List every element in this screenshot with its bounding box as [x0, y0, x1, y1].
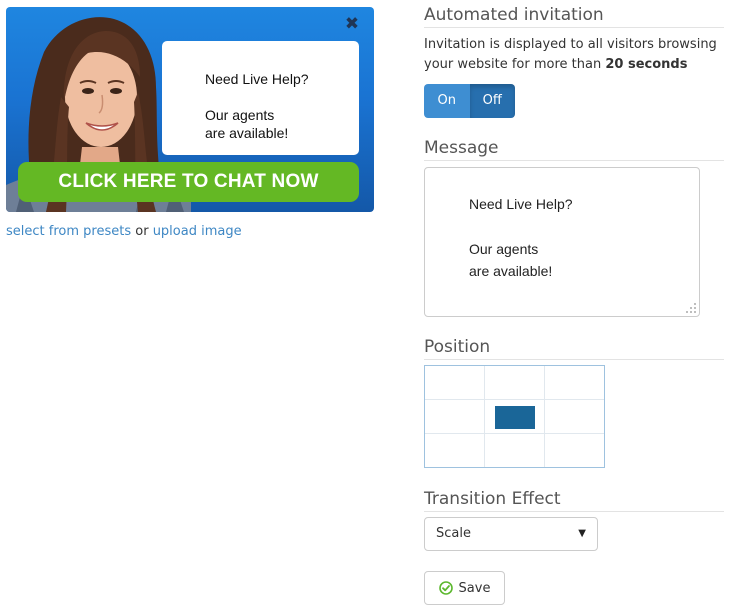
upload-image-link[interactable]: upload image: [153, 224, 242, 239]
position-bottom-left[interactable]: [425, 434, 485, 467]
transition-effect-select[interactable]: Scale ▼: [424, 517, 598, 551]
select-from-presets-link[interactable]: select from presets: [6, 224, 131, 239]
chat-now-button[interactable]: CLICK HERE TO CHAT NOW: [18, 162, 359, 202]
message-line-2: Our agents: [469, 241, 539, 257]
check-circle-icon: [438, 581, 453, 595]
position-middle-left[interactable]: [425, 400, 485, 434]
position-selected-marker: [495, 406, 535, 429]
position-top-left[interactable]: [425, 366, 485, 400]
position-middle-center[interactable]: [485, 400, 545, 434]
position-top-center[interactable]: [485, 366, 545, 400]
message-line-3: are available!: [469, 263, 553, 279]
position-bottom-center[interactable]: [485, 434, 545, 467]
invitation-toggle[interactable]: On Off: [424, 84, 515, 118]
toggle-off-button[interactable]: Off: [469, 84, 515, 118]
invitation-bubble: Need Live Help? Our agents are available…: [162, 41, 359, 155]
dropdown-caret-icon: ▼: [578, 528, 586, 539]
resize-grip-icon[interactable]: [685, 302, 697, 314]
save-label: Save: [458, 580, 491, 596]
position-bottom-right[interactable]: [545, 434, 604, 467]
bubble-line-2: Our agents: [205, 107, 275, 123]
message-line-1: Need Live Help?: [469, 196, 573, 212]
save-button[interactable]: Save: [424, 571, 505, 605]
automated-invitation-title: Automated invitation: [424, 5, 724, 28]
transition-effect-title: Transition Effect: [424, 489, 724, 512]
transition-selected-value: Scale: [436, 526, 471, 541]
close-icon[interactable]: ✖: [344, 15, 360, 33]
or-text: or: [135, 224, 149, 239]
invitation-preview[interactable]: ✖ Need Live Help? Our agents are availab…: [6, 7, 374, 212]
invitation-seconds: 20 seconds: [605, 57, 688, 72]
invitation-description: Invitation is displayed to all visitors …: [424, 35, 724, 75]
message-textarea[interactable]: Need Live Help? Our agents are available…: [424, 167, 700, 317]
image-source-links: select from presets or upload image: [6, 224, 242, 239]
toggle-on-button[interactable]: On: [424, 84, 470, 118]
position-title: Position: [424, 337, 724, 360]
position-grid[interactable]: [424, 365, 605, 468]
message-title: Message: [424, 138, 724, 161]
bubble-line-1: Need Live Help?: [205, 71, 309, 87]
position-middle-right[interactable]: [545, 400, 604, 434]
position-top-right[interactable]: [545, 366, 604, 400]
bubble-line-3: are available!: [205, 125, 289, 141]
